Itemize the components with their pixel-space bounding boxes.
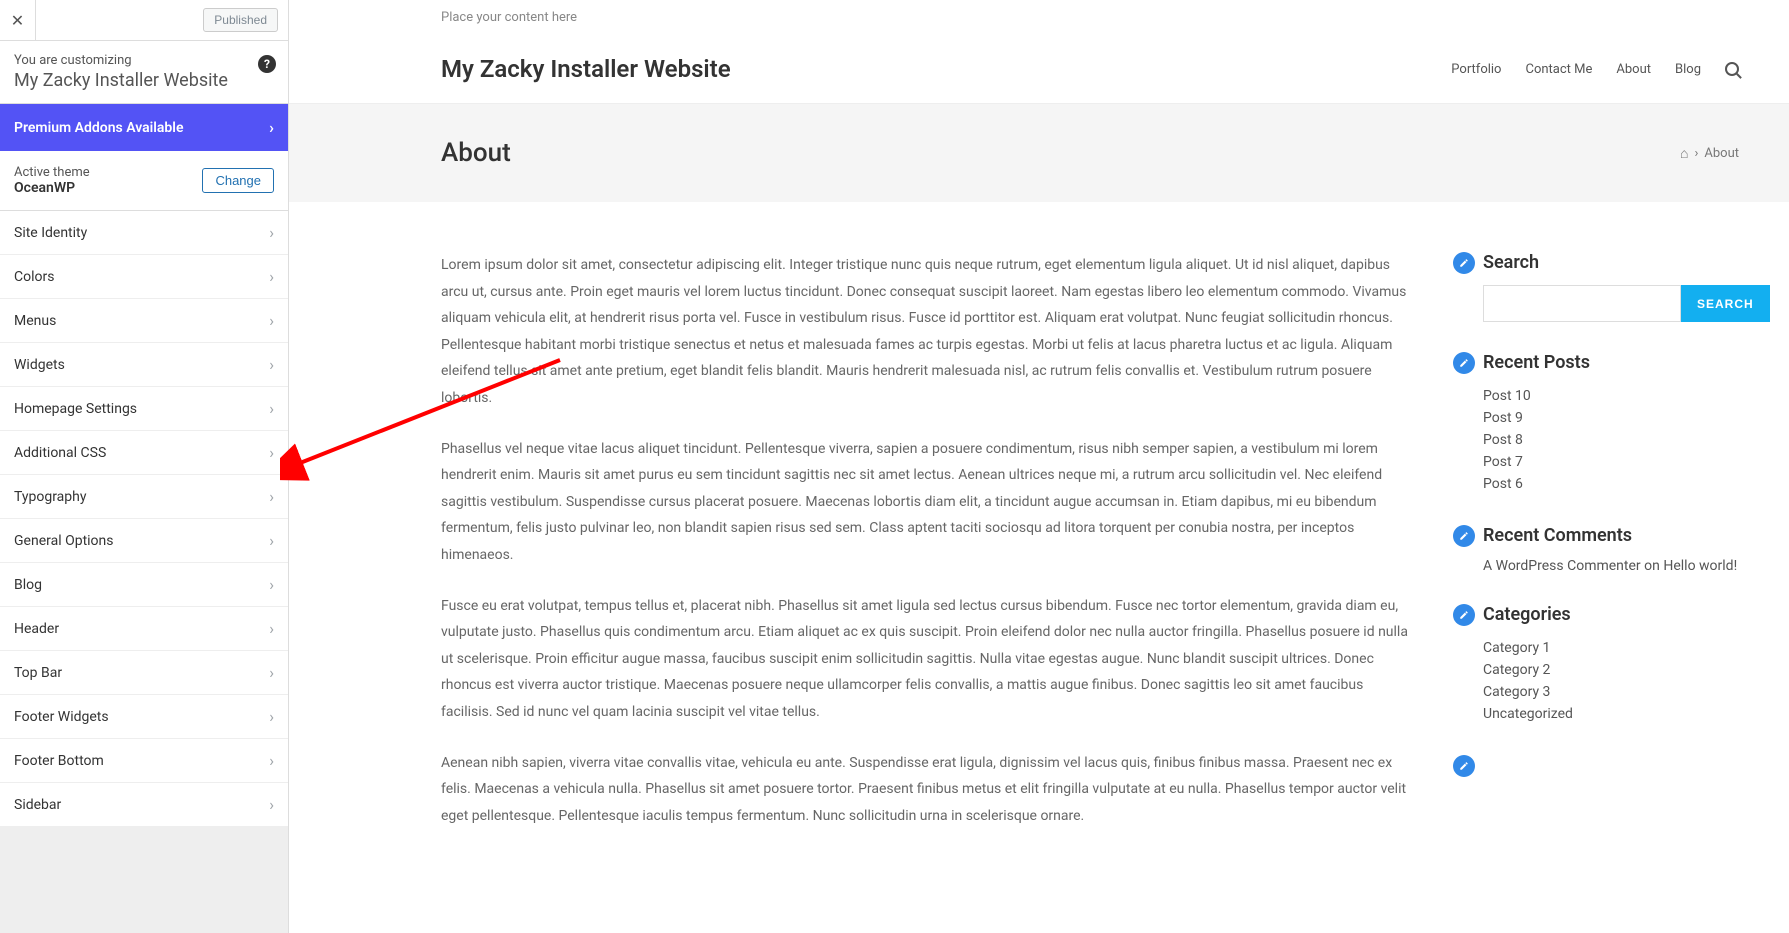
edit-widget-icon[interactable]: [1453, 525, 1475, 547]
widget-title: Categories: [1483, 604, 1739, 625]
menu-item-footer-widgets[interactable]: Footer Widgets›: [0, 695, 288, 739]
active-theme-block: Active theme OceanWP Change: [0, 151, 288, 211]
search-icon[interactable]: [1725, 62, 1739, 76]
home-icon[interactable]: ⌂: [1680, 145, 1688, 162]
edit-widget-icon[interactable]: [1453, 252, 1475, 274]
edit-widget-icon[interactable]: [1453, 755, 1475, 777]
recent-comments-widget: Recent Comments A WordPress Commenter on…: [1459, 525, 1739, 574]
chevron-right-icon: ›: [269, 663, 274, 682]
edit-widget-icon[interactable]: [1453, 352, 1475, 374]
list-item[interactable]: Uncategorized: [1483, 703, 1739, 725]
chevron-right-icon: ›: [269, 619, 274, 638]
widget-title: Recent Comments: [1483, 525, 1739, 546]
list-item[interactable]: Category 3: [1483, 681, 1739, 703]
change-theme-button[interactable]: Change: [202, 168, 274, 193]
content-paragraph: Phasellus vel neque vitae lacus aliquet …: [441, 436, 1409, 569]
menu-item-top-bar[interactable]: Top Bar›: [0, 651, 288, 695]
chevron-right-icon: ›: [269, 311, 274, 330]
chevron-right-icon: ›: [269, 751, 274, 770]
page-title-bar: About ⌂ › About: [289, 104, 1789, 202]
breadcrumb-current: About: [1704, 146, 1739, 161]
preview-pane: Place your content here My Zacky Install…: [289, 0, 1789, 933]
sidebar-widgets: Search SEARCH Recent Posts Post 10 Post …: [1459, 252, 1739, 853]
published-button[interactable]: Published: [203, 8, 278, 32]
site-title[interactable]: My Zacky Installer Website: [441, 55, 731, 83]
list-item[interactable]: Post 10: [1483, 385, 1739, 407]
breadcrumb: ⌂ › About: [1680, 145, 1739, 162]
chevron-right-icon: ›: [269, 399, 274, 418]
close-button[interactable]: ✕: [0, 0, 36, 40]
menu-item-header[interactable]: Header›: [0, 607, 288, 651]
search-input[interactable]: [1483, 285, 1681, 322]
list-item[interactable]: Post 8: [1483, 429, 1739, 451]
sidebar-top-bar: ✕ Published: [0, 0, 288, 41]
categories-widget: Categories Category 1 Category 2 Categor…: [1459, 604, 1739, 725]
chevron-right-icon: ›: [269, 531, 274, 550]
chevron-right-icon: ›: [269, 443, 274, 462]
menu-item-menus[interactable]: Menus›: [0, 299, 288, 343]
customizer-sidebar: ✕ Published You are customizing My Zacky…: [0, 0, 289, 933]
nav-link-about[interactable]: About: [1616, 62, 1651, 77]
premium-label: Premium Addons Available: [14, 120, 183, 136]
customizer-menu: Site Identity› Colors› Menus› Widgets› H…: [0, 211, 288, 827]
menu-item-site-identity[interactable]: Site Identity›: [0, 211, 288, 255]
customizing-header: You are customizing My Zacky Installer W…: [0, 41, 288, 104]
content-paragraph: Aenean nibh sapien, viverra vitae conval…: [441, 750, 1409, 830]
theme-name: OceanWP: [14, 180, 90, 196]
recent-posts-widget: Recent Posts Post 10 Post 9 Post 8 Post …: [1459, 352, 1739, 495]
content-paragraph: Lorem ipsum dolor sit amet, consectetur …: [441, 252, 1409, 412]
menu-item-blog[interactable]: Blog›: [0, 563, 288, 607]
content-area: Lorem ipsum dolor sit amet, consectetur …: [289, 202, 1789, 883]
chevron-right-icon: ›: [269, 267, 274, 286]
comment-entry: A WordPress Commenter on Hello world!: [1483, 558, 1739, 574]
search-button[interactable]: SEARCH: [1681, 285, 1770, 322]
edit-widget-icon[interactable]: [1453, 604, 1475, 626]
active-theme-label: Active theme: [14, 165, 90, 180]
list-item[interactable]: Category 2: [1483, 659, 1739, 681]
menu-item-homepage-settings[interactable]: Homepage Settings›: [0, 387, 288, 431]
customizing-site-title: My Zacky Installer Website: [14, 70, 274, 91]
comment-post-link[interactable]: Hello world!: [1663, 558, 1737, 574]
nav-link-portfolio[interactable]: Portfolio: [1451, 62, 1501, 77]
list-item[interactable]: Post 6: [1483, 473, 1739, 495]
menu-item-colors[interactable]: Colors›: [0, 255, 288, 299]
site-header: My Zacky Installer Website Portfolio Con…: [289, 35, 1789, 104]
main-content: Lorem ipsum dolor sit amet, consectetur …: [441, 252, 1409, 853]
list-item[interactable]: Category 1: [1483, 637, 1739, 659]
widget-title: Search: [1483, 252, 1739, 273]
chevron-right-icon: ›: [269, 707, 274, 726]
page-title: About: [441, 138, 511, 168]
menu-item-typography[interactable]: Typography›: [0, 475, 288, 519]
list-item[interactable]: Post 9: [1483, 407, 1739, 429]
content-paragraph: Fusce eu erat volutpat, tempus tellus et…: [441, 593, 1409, 726]
chevron-right-icon: ›: [269, 355, 274, 374]
chevron-right-icon: ›: [269, 487, 274, 506]
customizing-label: You are customizing: [14, 53, 274, 68]
nav-link-blog[interactable]: Blog: [1675, 62, 1701, 77]
nav-link-contact[interactable]: Contact Me: [1525, 62, 1592, 77]
help-icon[interactable]: ?: [258, 55, 276, 73]
premium-addons-banner[interactable]: Premium Addons Available ›: [0, 104, 288, 151]
menu-item-additional-css[interactable]: Additional CSS›: [0, 431, 288, 475]
main-nav: Portfolio Contact Me About Blog: [1451, 62, 1739, 77]
chevron-right-icon: ›: [269, 118, 274, 137]
list-item[interactable]: Post 7: [1483, 451, 1739, 473]
menu-item-footer-bottom[interactable]: Footer Bottom›: [0, 739, 288, 783]
chevron-right-icon: ›: [269, 795, 274, 814]
search-widget: Search SEARCH: [1459, 252, 1739, 322]
widget-title: Recent Posts: [1483, 352, 1739, 373]
menu-item-sidebar[interactable]: Sidebar›: [0, 783, 288, 827]
placeholder-bar: Place your content here: [289, 0, 1789, 35]
chevron-right-icon: ›: [269, 575, 274, 594]
comment-author-link[interactable]: A WordPress Commenter: [1483, 558, 1641, 574]
chevron-right-icon: ›: [269, 223, 274, 242]
menu-item-general-options[interactable]: General Options›: [0, 519, 288, 563]
menu-item-widgets[interactable]: Widgets›: [0, 343, 288, 387]
